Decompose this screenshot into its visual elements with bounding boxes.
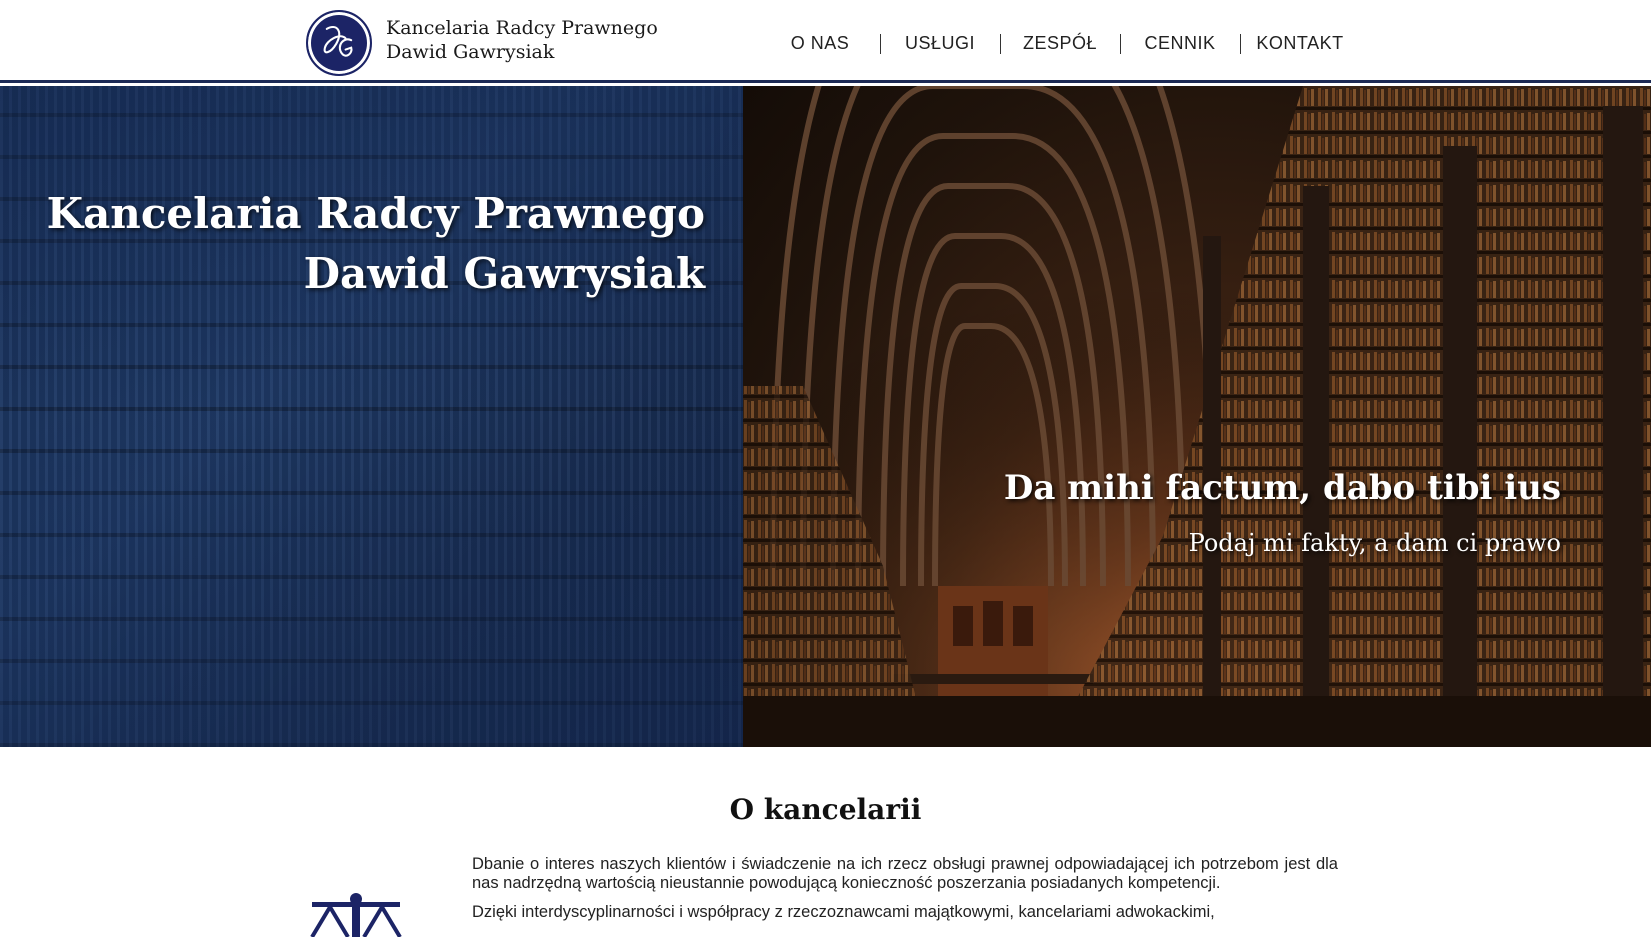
nav-item-zespol[interactable]: ZESPÓŁ [1000,30,1120,56]
brand-line-1: Kancelaria Radcy Prawnego [386,17,658,39]
about-paragraph-2: Dzięki interdyscyplinarności i współprac… [472,903,1215,921]
hero-title-line-1: Kancelaria Radcy Prawnego [46,189,705,238]
hero-banner: Kancelaria Radcy Prawnego Dawid Gawrysia… [0,86,1651,747]
scales-of-justice-icon [308,893,404,937]
about-heading: O kancelarii [729,793,922,826]
nav-item-cennik[interactable]: CENNIK [1120,30,1240,56]
logo-monogram-svg [323,26,353,57]
brand-name[interactable]: Kancelaria Radcy Prawnego Dawid Gawrysia… [386,16,658,64]
about-text: Dbanie o interes naszych klientów i świa… [472,855,1338,932]
hero-latin-quote: Da mihi factum, dabo tibi ius [1003,468,1561,508]
about-paragraph-1: Dbanie o interes naszych klientów i świa… [472,855,1338,892]
nav-item-uslugi[interactable]: USŁUGI [880,30,1000,56]
dg-monogram-logo-icon[interactable] [306,10,372,76]
library-hall-image [743,86,1651,747]
nav-item-o-nas[interactable]: O NAS [760,30,880,56]
hero-quote-translation: Podaj mi fakty, a dam ci prawo [1188,529,1561,557]
nav-item-kontakt[interactable]: KONTAKT [1240,30,1360,56]
main-navigation: O NAS USŁUGI ZESPÓŁ CENNIK KONTAKT [760,30,1360,56]
hero-title: Kancelaria Radcy Prawnego Dawid Gawrysia… [5,184,705,304]
site-header: Kancelaria Radcy Prawnego Dawid Gawrysia… [0,0,1651,83]
library-vault-illustration [743,86,1651,747]
hero-title-line-2: Dawid Gawrysiak [303,249,705,298]
brand-line-2: Dawid Gawrysiak [386,41,555,63]
